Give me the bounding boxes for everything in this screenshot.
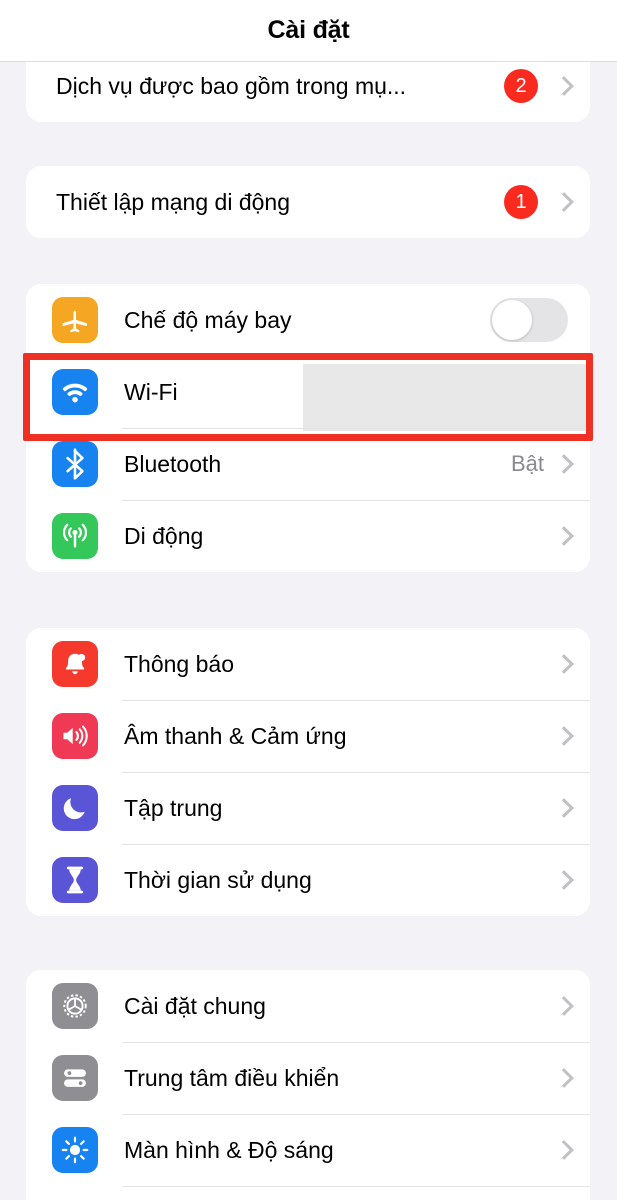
- gear-icon: [52, 983, 98, 1029]
- wifi-value-redaction: [303, 364, 590, 431]
- included-services-label: Dịch vụ được bao gồm trong mụ...: [56, 72, 407, 99]
- toggle-knob: [492, 300, 532, 340]
- bluetooth-value: Bật: [510, 451, 544, 476]
- notifications-label: Thông báo: [124, 650, 234, 677]
- row-notifications[interactable]: Thông báo: [26, 628, 590, 700]
- brightness-icon: [52, 1127, 98, 1173]
- chevron-right-icon: [556, 1138, 570, 1162]
- row-focus[interactable]: Tập trung: [26, 772, 590, 844]
- settings-screen: Cài đặt Dịch vụ được bao gồm trong mụ...…: [0, 0, 617, 1200]
- hourglass-icon: [52, 857, 98, 903]
- display-brightness-label: Màn hình & Độ sáng: [124, 1136, 334, 1163]
- row-bluetooth[interactable]: Bluetooth Bật: [26, 428, 590, 500]
- speaker-icon: [52, 713, 98, 759]
- screen-time-label: Thời gian sử dụng: [124, 866, 312, 893]
- group-connectivity: Chế độ máy bay Wi-Fi Bluetooth Bật Di độ…: [26, 284, 590, 572]
- row-wifi[interactable]: Wi-Fi: [26, 356, 590, 431]
- chevron-right-icon: [556, 1066, 570, 1090]
- airplane-icon: [52, 297, 98, 343]
- row-control-center[interactable]: Trung tâm điều khiển: [26, 1042, 590, 1114]
- group-cellular-setup: Thiết lập mạng di động 1: [26, 166, 590, 238]
- chevron-right-icon: [556, 190, 570, 214]
- row-sounds-haptics[interactable]: Âm thanh & Cảm ứng: [26, 700, 590, 772]
- control-center-label: Trung tâm điều khiển: [124, 1064, 340, 1091]
- chevron-right-icon: [556, 652, 570, 676]
- cellular-label: Di động: [124, 522, 204, 549]
- chevron-right-icon: [556, 74, 570, 98]
- airplane-mode-label: Chế độ máy bay: [124, 306, 292, 333]
- row-display-brightness[interactable]: Màn hình & Độ sáng: [26, 1114, 590, 1186]
- included-services-badge: 2: [504, 69, 538, 103]
- row-general[interactable]: Cài đặt chung: [26, 970, 590, 1042]
- sounds-haptics-label: Âm thanh & Cảm ứng: [124, 722, 347, 749]
- chevron-right-icon: [556, 994, 570, 1018]
- airplane-mode-toggle[interactable]: [490, 298, 568, 342]
- row-screen-time[interactable]: Thời gian sử dụng: [26, 844, 590, 916]
- row-airplane-mode[interactable]: Chế độ máy bay: [26, 284, 590, 356]
- focus-label: Tập trung: [124, 794, 223, 821]
- chevron-right-icon: [556, 452, 570, 476]
- bluetooth-icon: [52, 441, 98, 487]
- cellular-icon: [52, 513, 98, 559]
- chevron-right-icon: [556, 796, 570, 820]
- row-cellular[interactable]: Di động: [26, 500, 590, 572]
- bluetooth-label: Bluetooth: [124, 450, 222, 477]
- bell-icon: [52, 641, 98, 687]
- group-general: Cài đặt chung Trung tâm điều khiển Màn h…: [26, 970, 590, 1200]
- navigation-bar: Cài đặt: [0, 0, 617, 62]
- general-label: Cài đặt chung: [124, 992, 266, 1019]
- moon-icon: [52, 785, 98, 831]
- wifi-icon: [52, 369, 98, 415]
- chevron-right-icon: [556, 868, 570, 892]
- row-partial-next[interactable]: [26, 1186, 590, 1200]
- row-cellular-plan-setup[interactable]: Thiết lập mạng di động 1: [26, 166, 590, 238]
- group-notifications: Thông báo Âm thanh & Cảm ứng Tập trung T…: [26, 628, 590, 916]
- page-title: Cài đặt: [267, 16, 350, 44]
- cellular-plan-setup-badge: 1: [504, 185, 538, 219]
- settings-scroll-area[interactable]: Dịch vụ được bao gồm trong mụ... 2 Thiết…: [0, 50, 617, 1200]
- chevron-right-icon: [556, 524, 570, 548]
- chevron-right-icon: [556, 724, 570, 748]
- sliders-icon: [52, 1055, 98, 1101]
- cellular-plan-setup-label: Thiết lập mạng di động: [56, 188, 290, 215]
